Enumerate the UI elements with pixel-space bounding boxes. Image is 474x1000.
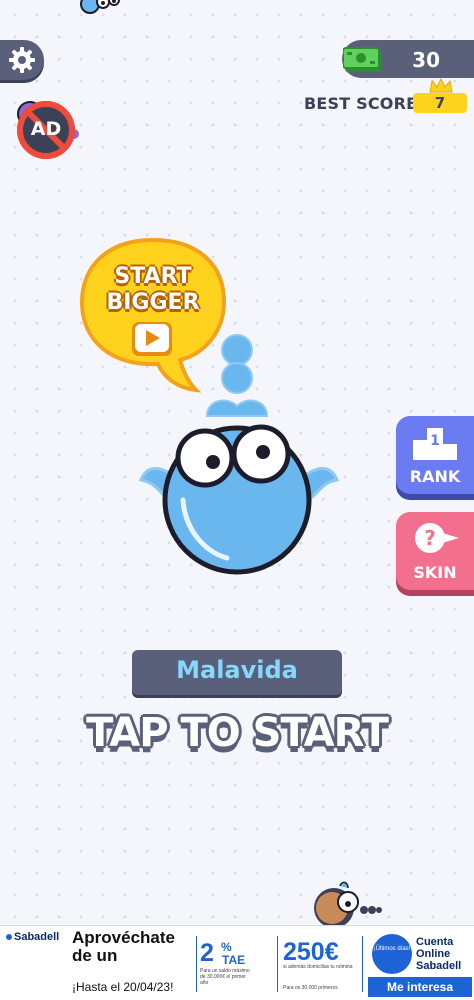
skin-button[interactable]: ? SKIN (396, 512, 474, 590)
ad-headline: Aprovéchate de un (72, 928, 175, 965)
podium-icon: 1 (413, 428, 457, 460)
peeking-bird-decoration (314, 881, 382, 928)
ad-rate-unit: TAE (222, 953, 246, 967)
player-name: Malavida (176, 656, 298, 684)
ad-divider (362, 936, 363, 992)
player-character[interactable] (135, 330, 345, 580)
skin-label: SKIN (413, 563, 457, 582)
ad-date: ¡Hasta el 20/04/23! (72, 980, 174, 994)
money-value: 30 (412, 48, 440, 72)
svg-text:?: ? (424, 526, 436, 550)
ad-amount: 250€ (283, 938, 339, 966)
cash-icon (343, 47, 381, 72)
peeking-bird-decoration (80, 0, 120, 14)
ad-rate-percent: % (221, 940, 232, 954)
ad-rate-note: Para un saldo máximo de 30.000€ el prime… (200, 968, 250, 986)
no-ads-label: AD (30, 118, 62, 140)
ad-cta-button[interactable]: Me interesa (368, 977, 472, 997)
settings-button[interactable] (0, 40, 44, 80)
rank-podium-number: 1 (430, 433, 440, 449)
ad-brand-text: Sabadell (14, 931, 60, 943)
question-icon: ? (415, 523, 459, 553)
start-bigger-line1: START (114, 264, 192, 289)
rank-button[interactable]: 1 RANK (396, 416, 474, 494)
ad-divider (277, 936, 278, 992)
rank-label: RANK (409, 467, 461, 486)
ad-badge-text: ¡Últimos días! (373, 946, 411, 952)
ad-rate: 2 (200, 939, 214, 967)
start-bigger-line2: BIGGER (106, 290, 200, 315)
crown-icon (429, 78, 453, 93)
ad-cta-title: Cuenta Online Sabadell (416, 936, 462, 972)
gear-icon (9, 47, 35, 73)
ad-amount-note: si además domicilias tu nómina (283, 964, 353, 970)
best-score-label: BEST SCORE (304, 94, 418, 113)
best-score-value: 7 (413, 93, 467, 113)
ad-badge (372, 934, 412, 974)
ad-divider (196, 936, 197, 992)
ad-amount-footnote: Para os 30.000 primeros (283, 985, 338, 991)
tap-to-start-prompt[interactable]: TAP TO START (0, 710, 474, 756)
ad-brand: Sabadell (6, 931, 59, 943)
